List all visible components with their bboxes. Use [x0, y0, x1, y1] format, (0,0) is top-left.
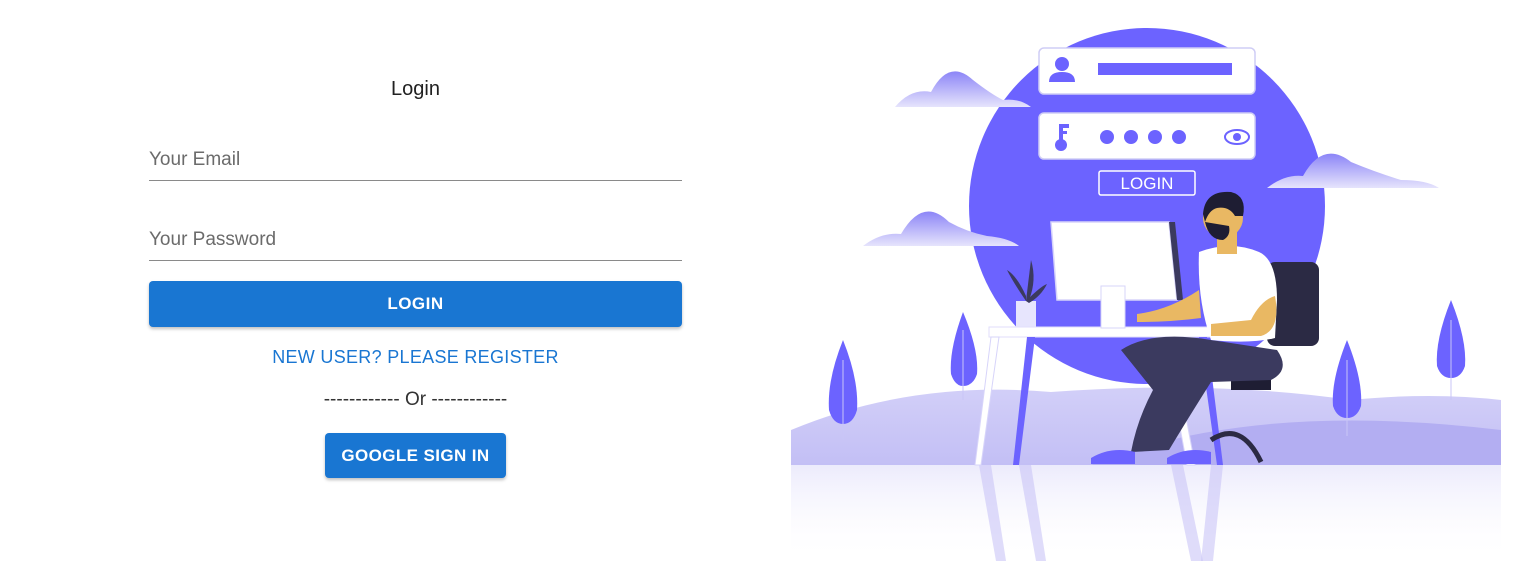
tree-shape: [1436, 300, 1466, 400]
password-field-wrapper: [149, 220, 682, 261]
password-card: [1038, 112, 1256, 160]
reflection: [791, 465, 1501, 561]
login-page: Login LOGIN NEW USER? PLEASE REGISTER --…: [0, 0, 1537, 561]
login-button[interactable]: LOGIN: [149, 281, 682, 327]
tree-shape: [950, 312, 978, 400]
page-title: Login: [391, 78, 440, 100]
google-sign-in-button[interactable]: GOOGLE SIGN IN: [325, 433, 506, 478]
email-field[interactable]: [149, 140, 682, 180]
register-link[interactable]: NEW USER? PLEASE REGISTER: [149, 347, 682, 368]
password-field[interactable]: [149, 220, 682, 260]
login-illustration: LOGIN: [791, 28, 1501, 561]
cloud-shape: [895, 71, 1031, 107]
password-dot: [1124, 130, 1138, 144]
password-dot: [1172, 130, 1186, 144]
email-field-wrapper: [149, 140, 682, 181]
illustration-login-text: LOGIN: [1121, 174, 1174, 193]
or-divider: ------------ Or ------------: [323, 389, 508, 410]
password-dot: [1100, 130, 1114, 144]
username-bar: [1098, 63, 1232, 75]
password-dot: [1148, 130, 1162, 144]
